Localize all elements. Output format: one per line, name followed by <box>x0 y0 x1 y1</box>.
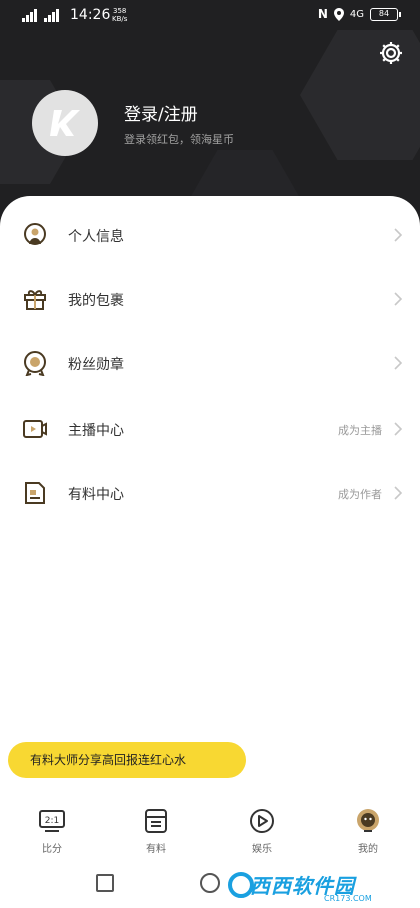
network-speed: 358 KB/s <box>112 7 128 23</box>
score-board-icon: 2:1 <box>39 810 65 832</box>
notebook-icon <box>145 809 167 833</box>
signal-icon <box>22 8 37 22</box>
video-camera-icon <box>23 420 47 438</box>
nfc-icon: N <box>317 7 328 21</box>
battery-icon: 84 <box>370 7 401 21</box>
chevron-right-icon <box>394 292 403 306</box>
tab-score[interactable]: 2:1 比分 <box>22 806 82 860</box>
menu-item-content-center[interactable]: 有料中心 成为作者 <box>0 466 420 522</box>
menu-item-label: 粉丝勋章 <box>68 357 124 373</box>
chevron-right-icon <box>394 228 403 242</box>
menu-item-fan-medal[interactable]: 粉丝勋章 <box>0 336 420 392</box>
menu-sheet: 个人信息 我的包裹 粉丝勋章 主播中心 成为主播 有料中心 成为作者 <box>0 196 420 908</box>
menu-item-streamer-center[interactable]: 主播中心 成为主播 <box>0 402 420 458</box>
watermark: 西西软件园 CR173.COM <box>228 866 418 906</box>
bottom-tab-bar: 2:1 比分 有料 娱乐 我的 <box>0 806 420 860</box>
menu-item-label: 个人信息 <box>68 229 124 245</box>
become-streamer-link[interactable]: 成为主播 <box>338 422 382 438</box>
profile-card-icon <box>24 223 46 245</box>
menu-item-my-package[interactable]: 我的包裹 <box>0 272 420 328</box>
settings-gear-icon[interactable] <box>378 40 404 66</box>
menu-item-label: 主播中心 <box>68 423 124 439</box>
gift-icon <box>24 290 46 310</box>
tab-entertainment[interactable]: 娱乐 <box>232 806 292 860</box>
status-bar: 14:26 358 KB/s N 4G 84 <box>0 0 420 32</box>
recent-apps-button[interactable] <box>96 874 114 892</box>
play-circle-icon <box>250 809 274 833</box>
menu-item-personal-info[interactable]: 个人信息 <box>0 208 420 264</box>
tab-content[interactable]: 有料 <box>126 806 186 860</box>
menu-item-label: 有料中心 <box>68 487 124 503</box>
become-author-link[interactable]: 成为作者 <box>338 486 382 502</box>
chevron-right-icon <box>394 356 403 370</box>
location-icon <box>333 7 344 21</box>
login-reward-hint: 登录领红包，领海星币 <box>124 133 234 146</box>
chevron-right-icon <box>394 422 403 436</box>
signal-icon <box>44 8 59 22</box>
watermark-sub: CR173.COM <box>324 894 372 903</box>
medal-icon <box>24 351 46 376</box>
status-right: N 4G 84 <box>317 7 401 21</box>
svg-text:2:1: 2:1 <box>45 816 59 826</box>
tab-mine[interactable]: 我的 <box>338 806 398 860</box>
avatar[interactable] <box>32 90 98 156</box>
home-button[interactable] <box>200 873 220 893</box>
tab-label: 比分 <box>42 844 62 855</box>
user-avatar-icon <box>357 809 379 832</box>
tab-label: 我的 <box>358 844 378 855</box>
tab-label: 有料 <box>146 844 166 855</box>
menu-item-label: 我的包裹 <box>68 293 124 309</box>
tab-label: 娱乐 <box>252 844 272 855</box>
network-type: 4G <box>349 8 364 20</box>
status-time: 14:26 <box>70 7 111 23</box>
login-register-link[interactable]: 登录/注册 <box>124 100 198 125</box>
chevron-right-icon <box>394 486 403 500</box>
brand-logo-icon <box>50 110 80 136</box>
document-icon <box>25 482 45 504</box>
promo-toast[interactable]: 有料大师分享高回报连红心水 <box>8 742 246 778</box>
